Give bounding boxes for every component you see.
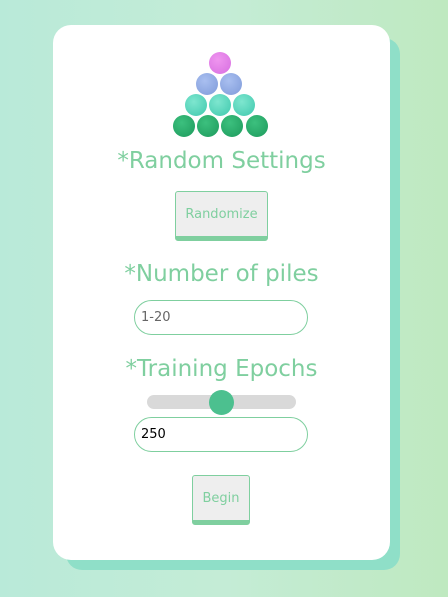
training-epochs-input[interactable]	[134, 417, 308, 452]
logo-ball	[196, 73, 218, 95]
logo-ball	[220, 73, 242, 95]
epochs-slider-thumb[interactable]	[209, 390, 234, 415]
number-of-piles-heading: *Number of piles	[124, 261, 319, 287]
logo-ball	[197, 115, 219, 137]
logo-ball	[233, 94, 255, 116]
logo-ball	[185, 94, 207, 116]
begin-button[interactable]: Begin	[192, 475, 250, 525]
logo-ball	[209, 94, 231, 116]
pile-logo-icon	[0, 0, 448, 140]
logo-ball	[246, 115, 268, 137]
training-epochs-heading: *Training Epochs	[125, 356, 318, 382]
number-of-piles-input[interactable]	[134, 300, 308, 335]
logo-ball	[173, 115, 195, 137]
random-settings-heading: *Random Settings	[117, 148, 326, 174]
logo-ball	[209, 52, 231, 74]
logo-ball	[221, 115, 243, 137]
randomize-button[interactable]: Randomize	[175, 191, 268, 241]
